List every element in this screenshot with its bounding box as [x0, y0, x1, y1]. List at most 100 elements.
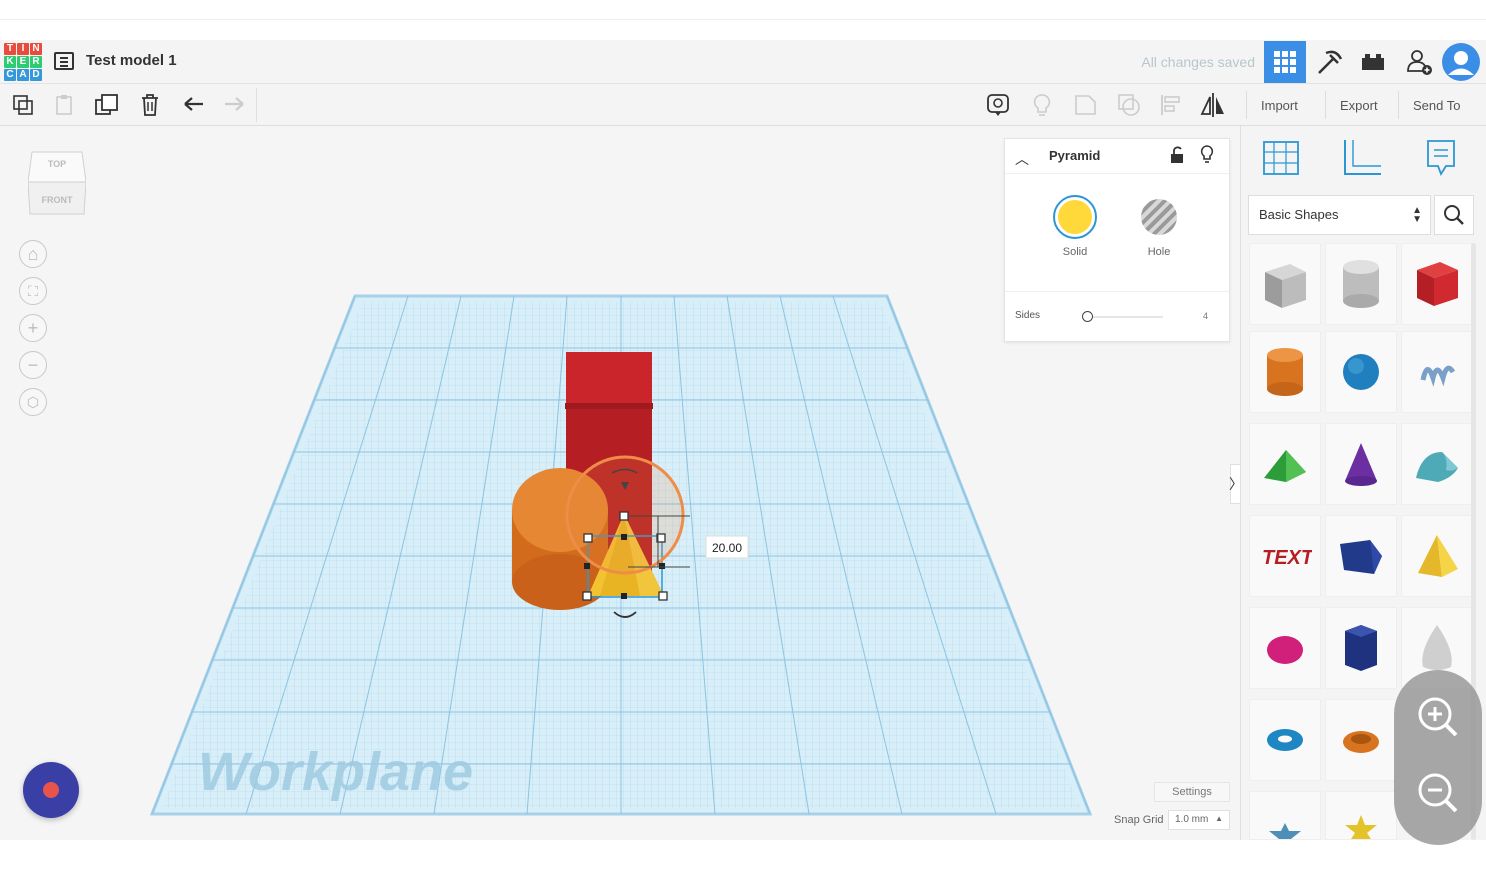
- settings-button[interactable]: Settings: [1154, 782, 1230, 802]
- dimension-value[interactable]: 20.00: [712, 541, 742, 555]
- torus-icon: [1267, 729, 1303, 751]
- lock-icon[interactable]: [1169, 145, 1185, 165]
- bricks-view-button[interactable]: [1352, 41, 1394, 83]
- shape-pyramid[interactable]: [1401, 515, 1473, 597]
- duplicate-icon: [95, 94, 118, 115]
- workplane-label: Workplane: [198, 742, 473, 802]
- shape-scribble[interactable]: [1401, 331, 1473, 413]
- plus-icon: +: [27, 317, 39, 338]
- sides-slider-thumb[interactable]: [1082, 311, 1093, 322]
- solid-option[interactable]: [1053, 195, 1097, 239]
- logo-letter-n: N: [30, 43, 42, 55]
- shape-polygon[interactable]: [1325, 607, 1397, 689]
- svg-text:TEXT: TEXT: [1262, 547, 1312, 569]
- shape-star-yellow[interactable]: [1325, 791, 1397, 840]
- select-arrows-icon: ▲ ▼: [1412, 205, 1422, 225]
- shape-round-roof[interactable]: [1401, 423, 1473, 505]
- shape-cone[interactable]: [1325, 423, 1397, 505]
- paste-button[interactable]: [48, 90, 80, 120]
- note-eye-icon: [987, 94, 1009, 116]
- perspective-button[interactable]: ⬡: [19, 388, 47, 416]
- shape-half-sphere[interactable]: [1249, 607, 1321, 689]
- user-avatar[interactable]: [1440, 41, 1482, 83]
- wedge-icon: [1340, 540, 1382, 574]
- pickaxe-icon: [1318, 50, 1343, 74]
- shape-tube[interactable]: [1325, 699, 1397, 781]
- avatar-icon: [1442, 43, 1480, 81]
- logo-letter-d: D: [30, 69, 42, 81]
- hole-option[interactable]: [1141, 199, 1177, 235]
- minus-icon: −: [27, 354, 39, 375]
- logo-letter-e: E: [17, 56, 29, 68]
- shape-search-button[interactable]: [1434, 195, 1474, 235]
- tinkercad-logo[interactable]: TIN KER CAD: [4, 43, 42, 81]
- zoom-out-nav-button[interactable]: −: [19, 351, 47, 379]
- brick-icon: [1362, 54, 1384, 70]
- tube-icon: [1343, 731, 1379, 753]
- send-to-button[interactable]: Send To: [1398, 91, 1474, 119]
- shape-box-hole[interactable]: [1249, 243, 1321, 325]
- ungroup-button[interactable]: [1113, 90, 1145, 120]
- 3d-design-view-button[interactable]: [1264, 41, 1306, 83]
- zoom-out-icon[interactable]: [1416, 771, 1460, 815]
- workplane-tool-icon[interactable]: [1262, 138, 1300, 176]
- collapse-chevron-icon[interactable]: ︿: [1015, 149, 1029, 169]
- export-button[interactable]: Export: [1325, 91, 1392, 119]
- zoom-in-icon[interactable]: [1416, 695, 1460, 739]
- redo-button[interactable]: [218, 90, 250, 120]
- notes-tool-icon[interactable]: [1424, 138, 1460, 178]
- text-icon: TEXT: [1262, 547, 1312, 569]
- paraboloid-icon: [1422, 625, 1452, 670]
- add-user-icon: [1407, 50, 1432, 75]
- sides-value[interactable]: 4: [1203, 311, 1208, 321]
- caret-up-icon: ▲: [1215, 814, 1223, 823]
- notes-button[interactable]: [982, 90, 1014, 120]
- fit-view-button[interactable]: ⛶: [19, 277, 47, 305]
- shape-sphere[interactable]: [1325, 331, 1397, 413]
- view-cube[interactable]: TOP FRONT: [27, 148, 87, 216]
- shape-category-select[interactable]: Basic Shapes ▲ ▼: [1248, 195, 1431, 235]
- design-title[interactable]: Test model 1: [86, 52, 177, 69]
- align-icon: [1161, 95, 1180, 115]
- shape-text[interactable]: TEXT: [1249, 515, 1321, 597]
- mirror-icon: [1200, 93, 1224, 117]
- logo-letter-t: T: [4, 43, 16, 55]
- show-all-button[interactable]: [1026, 90, 1058, 120]
- view-cube-top[interactable]: TOP: [28, 159, 86, 169]
- shape-torus[interactable]: [1249, 699, 1321, 781]
- polygon-icon: [1345, 625, 1377, 671]
- record-button[interactable]: [23, 762, 79, 818]
- shape-star-blue[interactable]: [1249, 791, 1321, 840]
- round-roof-icon: [1416, 452, 1458, 482]
- snap-grid-select[interactable]: 1.0 mm ▲: [1168, 810, 1230, 830]
- sides-slider-track[interactable]: [1085, 316, 1163, 318]
- solid-swatch: [1058, 200, 1092, 234]
- shape-cylinder[interactable]: [1249, 331, 1321, 413]
- half-sphere-icon: [1267, 636, 1303, 664]
- shape-wedge[interactable]: [1325, 515, 1397, 597]
- duplicate-button[interactable]: [91, 90, 123, 120]
- view-cube-front[interactable]: FRONT: [28, 195, 86, 205]
- toolbar-divider: [256, 88, 257, 122]
- visibility-bulb-icon[interactable]: [1199, 144, 1215, 164]
- copy-button[interactable]: [7, 90, 39, 120]
- undo-button[interactable]: [178, 90, 210, 120]
- zoom-in-nav-button[interactable]: +: [19, 314, 47, 342]
- group-button[interactable]: [1070, 90, 1102, 120]
- top-strip: [0, 0, 1486, 20]
- record-dot-icon: [43, 782, 59, 798]
- shape-roof[interactable]: [1249, 423, 1321, 505]
- shape-cylinder-hole[interactable]: [1325, 243, 1397, 325]
- invite-user-button[interactable]: [1398, 41, 1440, 83]
- align-button[interactable]: [1155, 90, 1187, 120]
- delete-button[interactable]: [134, 90, 166, 120]
- ruler-tool-icon[interactable]: [1341, 138, 1383, 178]
- import-button[interactable]: Import: [1246, 91, 1312, 119]
- save-status: All changes saved: [1141, 54, 1255, 70]
- mirror-button[interactable]: [1197, 90, 1229, 120]
- home-icon: ⌂: [27, 243, 39, 264]
- home-view-button[interactable]: ⌂: [19, 240, 47, 268]
- shape-box[interactable]: [1401, 243, 1473, 325]
- blocks-view-button[interactable]: [1308, 41, 1350, 83]
- design-list-icon[interactable]: [54, 52, 74, 70]
